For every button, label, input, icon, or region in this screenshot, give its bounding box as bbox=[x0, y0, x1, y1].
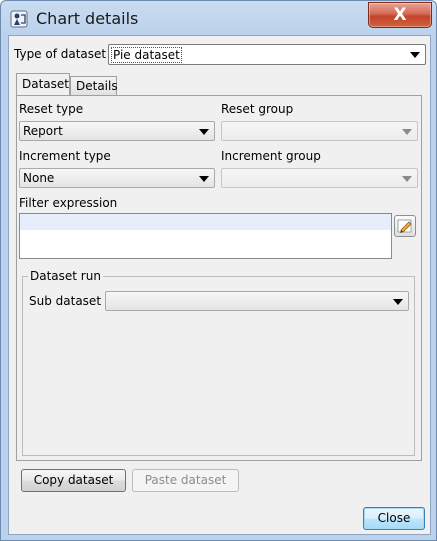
chevron-down-icon bbox=[199, 176, 209, 182]
dataset-type-select[interactable]: Pie dataset bbox=[108, 44, 426, 65]
filter-expression-input[interactable] bbox=[19, 213, 392, 259]
copy-dataset-button[interactable]: Copy dataset bbox=[21, 469, 126, 492]
increment-group-label: Increment group bbox=[221, 149, 321, 163]
filter-expression-label: Filter expression bbox=[19, 196, 118, 210]
paste-dataset-label: Paste dataset bbox=[144, 473, 227, 487]
reset-group-label: Reset group bbox=[221, 102, 294, 116]
increment-type-value: None bbox=[23, 171, 55, 185]
tab-dataset[interactable]: Dataset bbox=[16, 73, 70, 95]
reset-type-value: Report bbox=[23, 124, 63, 138]
chevron-down-icon bbox=[410, 52, 420, 58]
dataset-type-value: Pie dataset bbox=[111, 47, 182, 63]
chevron-down-icon bbox=[199, 129, 209, 135]
reset-group-select[interactable] bbox=[221, 121, 418, 141]
close-button[interactable]: Close bbox=[363, 507, 425, 530]
tab-details[interactable]: Details bbox=[70, 76, 118, 95]
tab-dataset-label: Dataset bbox=[22, 77, 69, 91]
paste-dataset-button[interactable]: Paste dataset bbox=[132, 469, 239, 492]
edit-expression-button[interactable] bbox=[394, 215, 416, 237]
sub-dataset-label: Sub dataset bbox=[29, 294, 102, 308]
increment-group-select[interactable] bbox=[221, 168, 418, 188]
reset-type-select[interactable]: Report bbox=[19, 121, 215, 141]
dataset-type-label: Type of dataset bbox=[14, 47, 107, 61]
chevron-down-icon bbox=[393, 299, 403, 305]
pencil-edit-icon bbox=[397, 219, 412, 233]
tab-details-label: Details bbox=[76, 79, 118, 93]
title-bar[interactable]: Chart details X bbox=[1, 1, 436, 35]
window-title: Chart details bbox=[36, 9, 139, 28]
sub-dataset-select[interactable] bbox=[105, 291, 409, 311]
dataset-run-legend: Dataset run bbox=[28, 269, 103, 283]
current-line-highlight bbox=[20, 214, 391, 230]
app-icon bbox=[10, 10, 28, 28]
increment-type-select[interactable]: None bbox=[19, 168, 215, 188]
reset-type-label: Reset type bbox=[19, 102, 84, 116]
chart-details-window: Chart details X Type of dataset Pie data… bbox=[0, 0, 437, 541]
close-icon: X bbox=[393, 5, 407, 25]
close-button-label: Close bbox=[377, 511, 411, 525]
chevron-down-icon bbox=[402, 129, 412, 135]
dialog-body: Type of dataset Pie dataset Dataset Deta… bbox=[8, 35, 431, 535]
chevron-down-icon bbox=[402, 176, 412, 182]
copy-dataset-label: Copy dataset bbox=[33, 473, 114, 487]
window-close-button[interactable]: X bbox=[368, 2, 432, 28]
increment-type-label: Increment type bbox=[19, 149, 111, 163]
